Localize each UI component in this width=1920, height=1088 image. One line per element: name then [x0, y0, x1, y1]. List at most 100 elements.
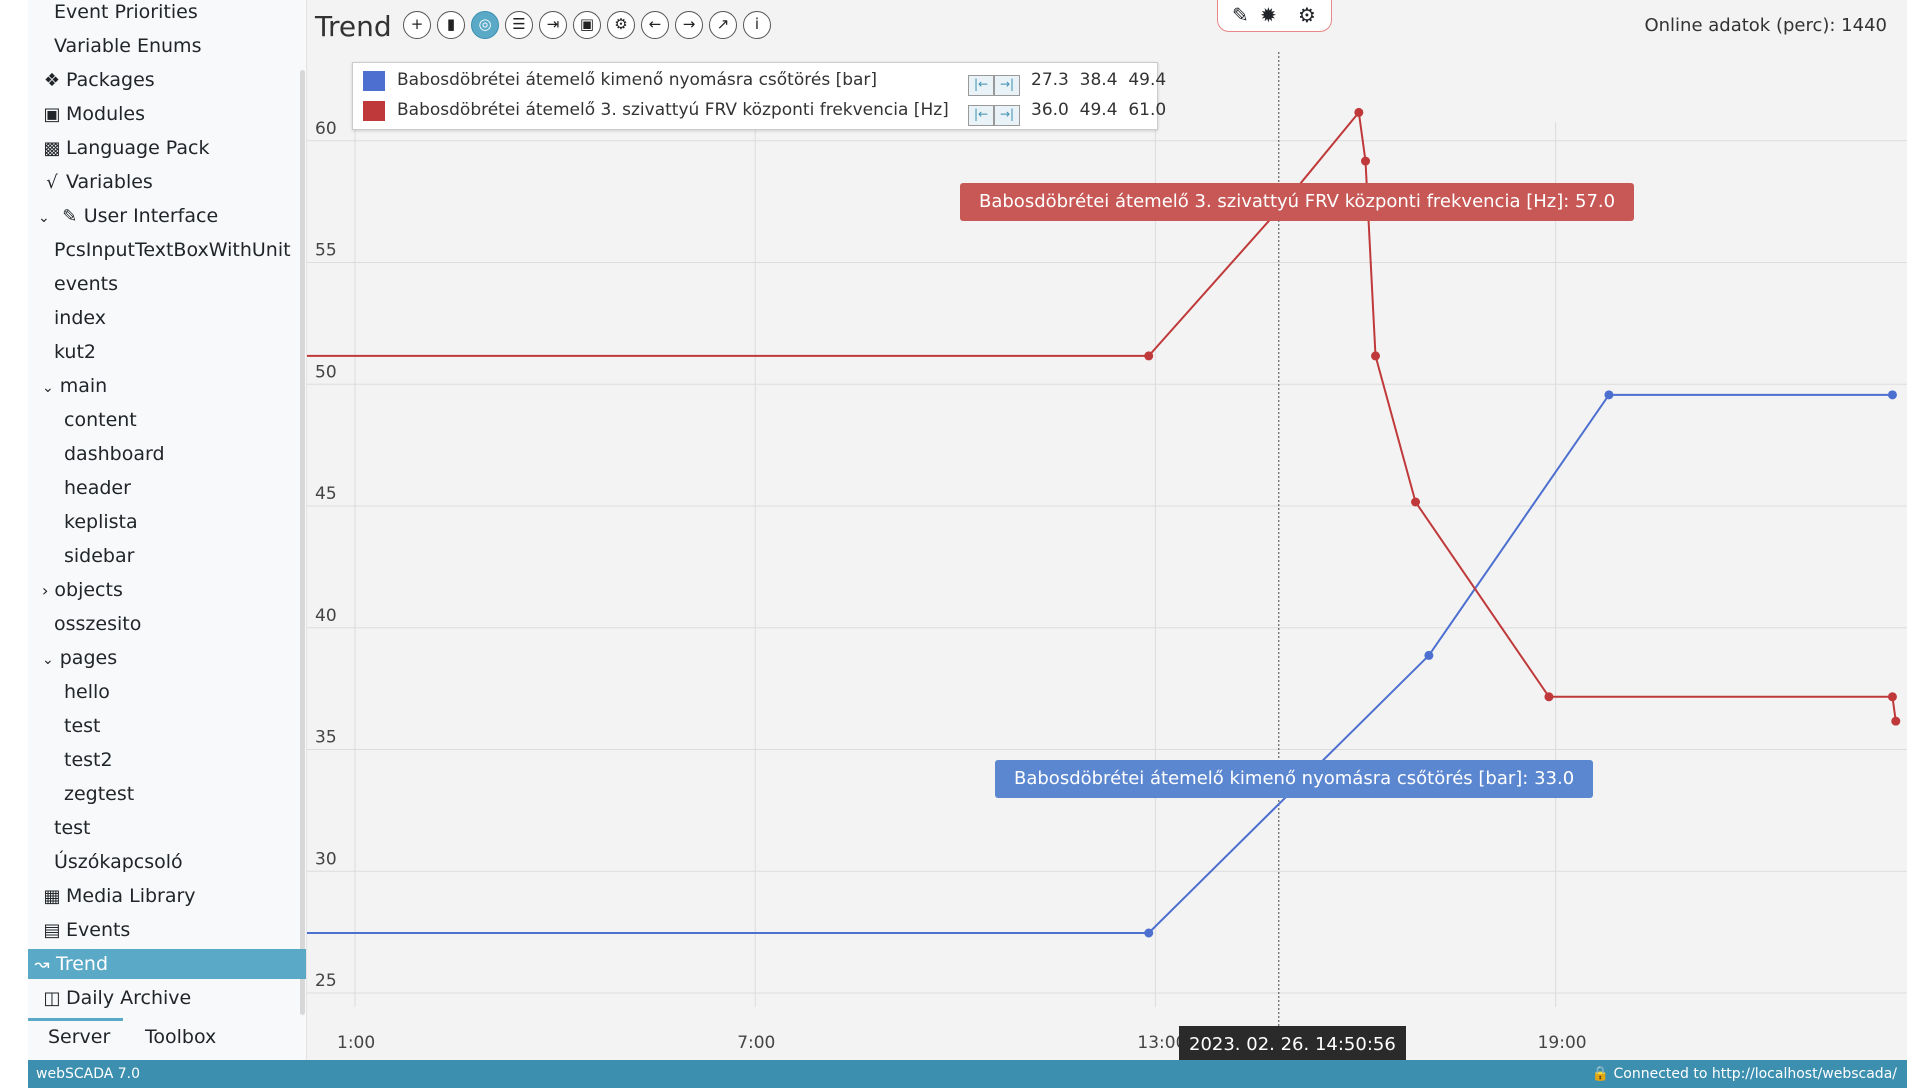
mode-switcher: ✎ ✹ ⚙ [1217, 0, 1332, 32]
file-icon[interactable]: ▮ [437, 11, 465, 39]
sidebar-item-events[interactable]: events [54, 269, 118, 299]
plus-icon[interactable]: + [403, 11, 431, 39]
sidebar-scrollbar[interactable] [300, 70, 305, 1015]
sidebar-item-event-priorities[interactable]: Event Priorities [54, 0, 198, 27]
sidebar-item-media-library[interactable]: ▦ Media Library [38, 881, 195, 911]
legend-swatch [363, 71, 385, 91]
expand-icon[interactable]: ↗ [709, 11, 737, 39]
sidebar-item-events[interactable]: ▤ Events [38, 915, 130, 945]
sidebar-item-sidebar[interactable]: sidebar [64, 541, 134, 571]
gear-icon[interactable]: ⚙ [1298, 3, 1316, 27]
sidebar-item-objects[interactable]: › objects [42, 575, 123, 605]
sidebar-item-kut2[interactable]: kut2 [54, 337, 96, 367]
data-point [1887, 390, 1897, 400]
x-tick-label: 1:00 [337, 1033, 375, 1053]
chevron-down-icon[interactable]: ⌄ [42, 652, 54, 668]
sidebar-item-label: content [64, 409, 137, 431]
sidebar-item-label: osszesito [54, 613, 142, 635]
y-tick-label: 50 [315, 362, 337, 382]
sidebar-item-modules[interactable]: ▣ Modules [38, 99, 145, 129]
sidebar-item-label: Packages [66, 69, 155, 91]
save-icon[interactable]: ▣ [573, 11, 601, 39]
sidebar-item-label: zegtest [64, 783, 135, 805]
sidebar-item-index[interactable]: index [54, 303, 106, 333]
sidebar-item-keplista[interactable]: keplista [64, 507, 138, 537]
jump-end-icon[interactable]: →| [994, 75, 1020, 96]
sidebar-item-test[interactable]: test [64, 711, 101, 741]
sidebar-item-hello[interactable]: hello [64, 677, 110, 707]
chevron-down-icon[interactable]: ⌄ [38, 210, 50, 226]
sidebar-item--sz-kapcsol-[interactable]: Úszókapcsoló [54, 847, 183, 877]
sidebar-item-label: Úszókapcsoló [54, 851, 183, 873]
legend-avg: 49.4 [1079, 100, 1118, 120]
sidebar-item-label: Variable Enums [54, 35, 202, 57]
sidebar-item-pcsinputtextboxwithunit[interactable]: PcsInputTextBoxWithUnit [54, 235, 291, 265]
legend-values: 36.0 49.4 61.0 [1031, 97, 1166, 123]
sidebar-item-label: Daily Archive [66, 987, 192, 1009]
legend-nav: |← →| [968, 100, 1020, 126]
list-icon: ▤ [43, 920, 61, 941]
y-tick-label: 25 [315, 971, 337, 991]
sidebar-item-label: sidebar [64, 545, 135, 567]
legend-min: 36.0 [1031, 100, 1069, 120]
bug-icon[interactable]: ✹ [1260, 3, 1277, 27]
database-icon[interactable]: ☰ [505, 11, 533, 39]
sidebar-item-label: Trend [56, 953, 108, 975]
data-point [1354, 107, 1364, 117]
y-tick-label: 55 [315, 241, 337, 261]
info-icon[interactable]: i [743, 11, 771, 39]
sidebar-item-user-interface[interactable]: ⌄ ✎ User Interface [38, 201, 218, 231]
y-tick-label: 30 [315, 849, 337, 869]
jump-start-icon[interactable]: |← [968, 105, 994, 126]
sidebar-item-variable-enums[interactable]: Variable Enums [54, 31, 201, 61]
sidebar-item-label: test [64, 715, 101, 737]
globe-icon[interactable]: ◎ [471, 11, 499, 39]
legend-max: 61.0 [1128, 100, 1167, 120]
y-tick-label: 45 [315, 484, 337, 504]
sidebar-item-main[interactable]: ⌄ main [42, 371, 107, 401]
sidebar-item-header[interactable]: header [64, 473, 131, 503]
sidebar-item-content[interactable]: content [64, 405, 137, 435]
sidebar-item-label: test2 [64, 749, 113, 771]
tooltip-frequency: Babosdöbrétei átemelő 3. szivattyú FRV k… [960, 183, 1635, 221]
arrow-left-icon[interactable]: ← [641, 11, 669, 39]
sidebar-item-variables[interactable]: √ Variables [38, 167, 153, 197]
window-border-right [1907, 0, 1920, 1080]
sidebar-item-label: Events [66, 919, 131, 941]
x-tick-label: 7:00 [737, 1033, 775, 1053]
archive-icon: ◫ [43, 988, 61, 1009]
data-point [1887, 692, 1897, 702]
arrow-right-icon[interactable]: → [675, 11, 703, 39]
chevron-down-icon[interactable]: ⌄ [42, 380, 54, 396]
chevron-right-icon[interactable]: › [42, 581, 48, 600]
sidebar: Event Priorities Variable Enums ❖ Packages ▣… [28, 0, 307, 1018]
chip-icon: ▣ [43, 104, 61, 125]
sidebar-item-trend[interactable]: ↝ Trend [28, 949, 306, 979]
sidebar-item-dashboard[interactable]: dashboard [64, 439, 165, 469]
sidebar-item-packages[interactable]: ❖ Packages [38, 65, 155, 95]
jump-start-icon[interactable]: |← [968, 75, 994, 96]
sidebar-item-language-pack[interactable]: ▩ Language Pack [38, 133, 209, 163]
sidebar-tabs: Server Toolbox [28, 1018, 307, 1060]
sidebar-item-label: dashboard [64, 443, 165, 465]
sidebar-item-test[interactable]: test [54, 813, 91, 843]
sidebar-item-label: Event Priorities [54, 1, 198, 23]
sidebar-item-test2[interactable]: test2 [64, 745, 113, 775]
sidebar-item-zegtest[interactable]: zegtest [64, 779, 134, 809]
tab-server[interactable]: Server [48, 1026, 110, 1048]
tab-toolbox[interactable]: Toolbox [145, 1026, 216, 1048]
jump-end-icon[interactable]: →| [994, 105, 1020, 126]
x-tick-label: 19:00 [1538, 1033, 1587, 1053]
sidebar-item-osszesito[interactable]: osszesito [54, 609, 141, 639]
sidebar-item-pages[interactable]: ⌄ pages [42, 643, 117, 673]
edit-icon[interactable]: ✎ [1232, 3, 1249, 27]
sidebar-item-label: User Interface [83, 205, 219, 227]
cubes-icon: ❖ [43, 70, 61, 91]
sidebar-item-label: kut2 [54, 341, 96, 363]
export-icon[interactable]: ⇥ [539, 11, 567, 39]
series-line [302, 393, 1893, 934]
y-tick-label: 60 [315, 119, 337, 139]
status-bar: webSCADA 7.0 🔒 Connected to http://local… [28, 1060, 1907, 1088]
sidebar-item-daily-archive[interactable]: ◫ Daily Archive [38, 983, 191, 1013]
gear-icon[interactable]: ⚙ [607, 11, 635, 39]
